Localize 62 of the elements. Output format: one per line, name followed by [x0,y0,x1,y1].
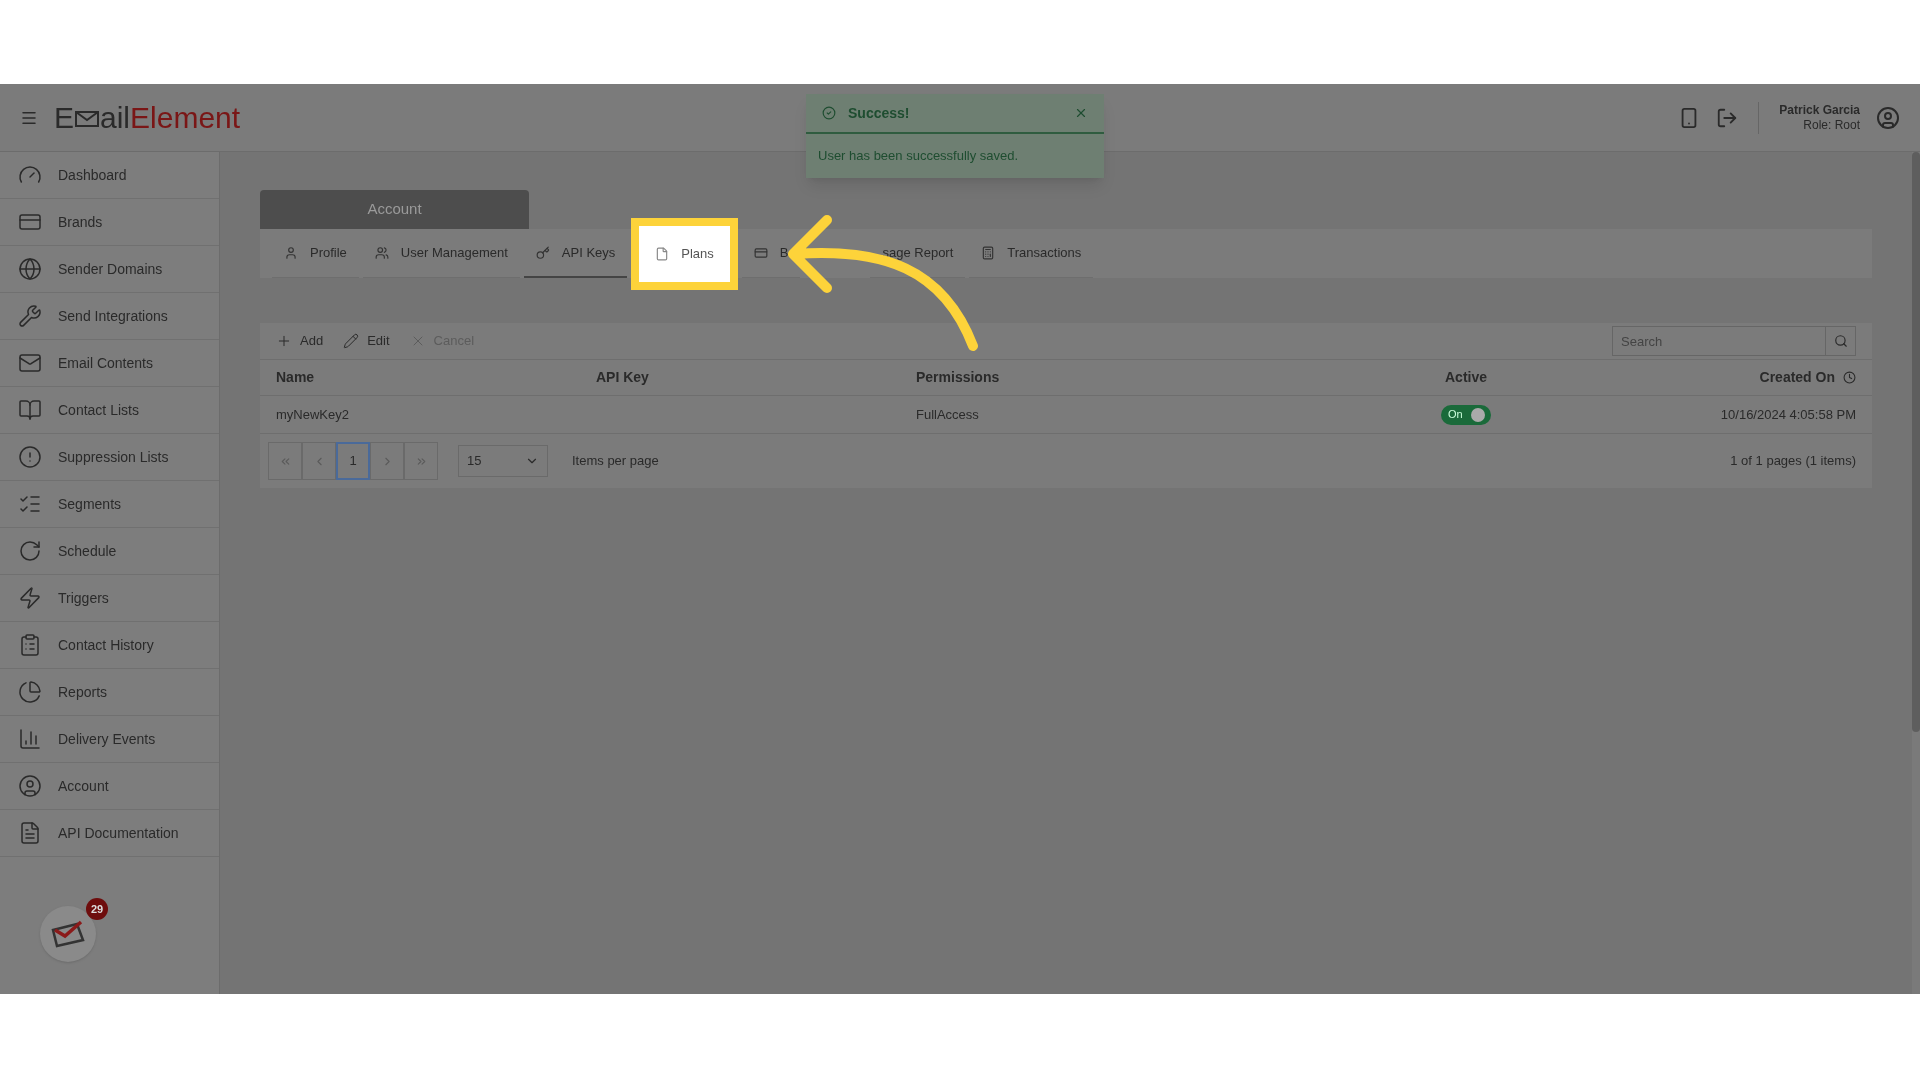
column-header: API Key [596,369,649,385]
user-circle-icon [18,774,42,798]
account-header: Account [260,190,529,229]
next-page-button[interactable] [370,442,404,480]
pie-chart-icon [18,680,42,704]
tab[interactable]: User Management [362,229,520,278]
bar-chart-icon [18,727,42,751]
toolbar-button[interactable]: Edit [343,331,390,351]
card-icon [753,246,768,260]
tab[interactable]: Transactions [969,229,1094,278]
last-page-button[interactable] [404,442,438,480]
table-cell-text: myNewKey2 [276,405,350,424]
toast-title: Success! [848,103,911,123]
column-header: Permissions [916,369,1000,385]
check-circle-icon [822,106,836,120]
user-role: Role: Root [1803,117,1860,133]
toolbar-button[interactable]: Add [276,331,324,351]
tab[interactable]: Profile [272,229,359,278]
file-icon [655,246,670,261]
envelope-icon [18,351,42,375]
clipboard-icon [18,633,42,657]
tab[interactable]: sage Report [870,229,966,278]
tab[interactable]: API Keys [523,229,628,278]
page-button[interactable]: 1 [336,442,370,480]
page-size-label: Items per page [572,452,659,471]
close-icon[interactable] [1074,106,1088,120]
wrench-icon [18,304,42,328]
toggle-switch[interactable]: On [1441,404,1491,425]
clock-icon [1843,371,1856,384]
lightning-icon [18,586,42,610]
column-header: Active [1445,369,1487,385]
user-avatar-icon[interactable] [1876,105,1900,130]
app-logo: E ailElement [54,102,241,133]
table-cell-text: 10/16/2024 4:05:58 PM [1719,405,1856,424]
plus-icon [276,333,292,349]
previous-page-button[interactable] [302,442,336,480]
person-icon [284,246,298,260]
alert-icon [18,445,42,469]
tab[interactable]: B [741,229,801,278]
table-cell-text: FullAccess [916,405,980,424]
book-icon [18,398,42,422]
toast-message: User has been successfully saved. [818,147,1019,166]
clock-icon [18,539,42,563]
first-page-button[interactable] [268,442,302,480]
column-header: Name [276,369,315,385]
notification-badge: 29 [86,898,108,920]
page-size-select[interactable]: 15 [458,445,548,477]
exit-icon[interactable] [1716,106,1739,129]
search-button[interactable] [1826,326,1856,356]
globe-icon [18,257,42,281]
user-name: Patrick Garcia [1779,102,1860,118]
document-icon [18,821,42,845]
pencil-icon [343,333,360,349]
people-icon [374,246,389,260]
pager-summary: 1 of 1 pages (1 items) [1730,452,1856,471]
tab[interactable]: Plans [631,217,738,290]
search-icon [1833,334,1848,348]
scrollbar-thumb[interactable] [1912,152,1920,732]
calculator-icon [981,246,996,260]
key-icon [535,245,550,260]
envelope-check-icon [51,920,85,948]
column-header: Created On [1759,368,1835,387]
